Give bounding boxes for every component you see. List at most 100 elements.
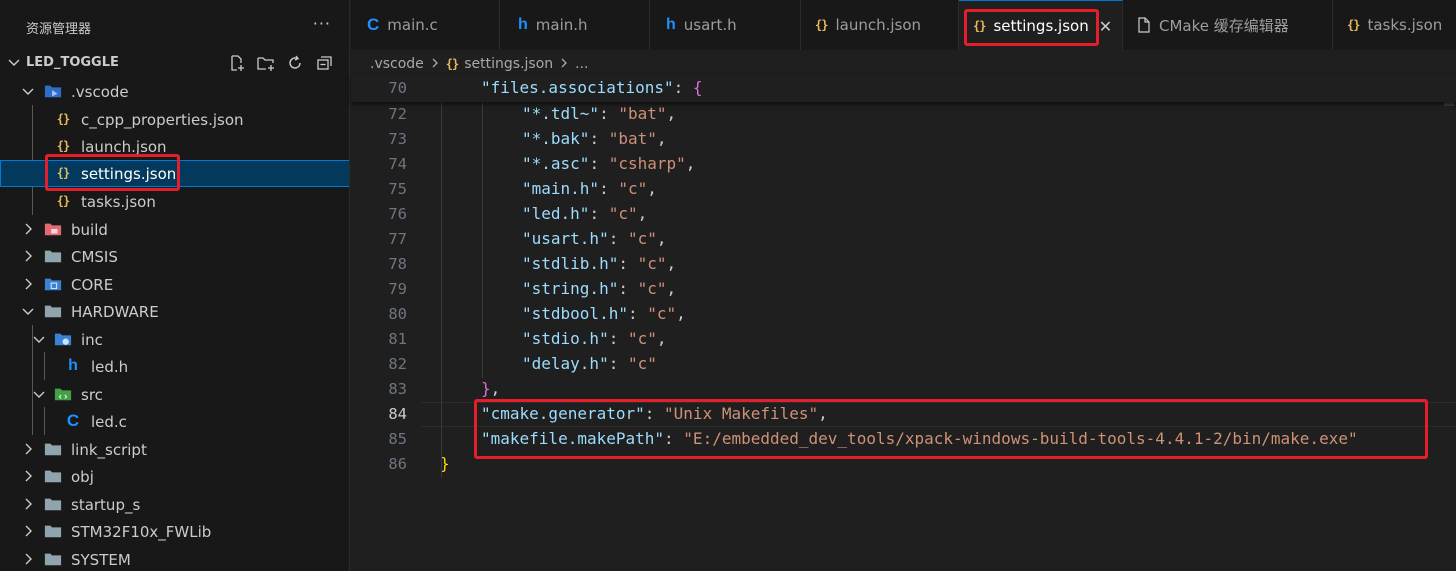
- tree-file-led-h[interactable]: h led.h: [0, 353, 349, 380]
- c-file-icon: C: [367, 15, 380, 34]
- breadcrumb-more[interactable]: ...: [575, 56, 588, 72]
- tree-file-c-cpp-properties[interactable]: {} c_cpp_properties.json: [0, 106, 349, 133]
- chevron-right-icon[interactable]: [20, 496, 36, 512]
- json-key: "makefile.makePath": [481, 429, 665, 448]
- json-key: "usart.h": [522, 229, 609, 248]
- tab-usart-h[interactable]: h usart.h: [650, 0, 801, 50]
- json-comma: ,: [666, 279, 677, 298]
- close-icon[interactable]: ✕: [1099, 17, 1112, 36]
- code-line[interactable]: 73 "*.bak": "bat",: [351, 127, 1456, 152]
- tree-file-launch-json[interactable]: {} launch.json: [0, 133, 349, 160]
- code-line[interactable]: 72 "*.tdl~": "bat",: [351, 102, 1456, 127]
- line-number: 75: [388, 180, 407, 198]
- tree-folder-cmsis[interactable]: CMSIS: [0, 243, 349, 270]
- tree-label: startup_s: [71, 496, 141, 514]
- json-colon: :: [627, 304, 648, 323]
- code-line[interactable]: 85 "makefile.makePath": "E:/embedded_dev…: [351, 427, 1456, 452]
- header-file-icon: h: [518, 16, 528, 33]
- tree-label: build: [71, 221, 108, 239]
- tree-label: inc: [81, 331, 103, 349]
- chevron-down-icon[interactable]: [31, 386, 47, 402]
- tree-file-led-c[interactable]: C led.c: [0, 408, 349, 435]
- breadcrumb-folder[interactable]: .vscode: [370, 56, 424, 72]
- new-folder-icon[interactable]: [256, 53, 276, 73]
- chevron-right-icon[interactable]: [20, 468, 36, 484]
- code-line[interactable]: 79 "string.h": "c",: [351, 277, 1456, 302]
- editor-scrollbar[interactable]: [1442, 76, 1456, 571]
- tree-folder-obj[interactable]: obj: [0, 463, 349, 490]
- chevron-right-icon[interactable]: [20, 551, 36, 567]
- new-file-icon[interactable]: [227, 53, 247, 73]
- tree-folder-link-script[interactable]: link_script: [0, 436, 349, 463]
- json-value: "bat": [618, 104, 667, 123]
- tab-main-h[interactable]: h main.h: [500, 0, 650, 50]
- tab-settings-json[interactable]: {} settings.json ✕: [959, 0, 1123, 51]
- tree-folder-inc[interactable]: inc: [0, 326, 349, 353]
- chevron-down-icon[interactable]: [20, 83, 36, 99]
- collapse-all-icon[interactable]: [314, 53, 334, 73]
- json-colon: :: [589, 154, 609, 173]
- tab-main-c[interactable]: C main.c: [351, 0, 500, 50]
- tree-file-settings-json[interactable]: {} settings.json: [0, 160, 349, 187]
- sticky-scroll-line[interactable]: 70 "files.associations": {: [351, 76, 1456, 102]
- tab-tasks-json[interactable]: {} tasks.json: [1333, 0, 1456, 50]
- tree-folder-src[interactable]: src: [0, 381, 349, 408]
- json-value: "c": [637, 254, 667, 273]
- json-colon: :: [673, 78, 693, 97]
- breadcrumb-file[interactable]: settings.json: [464, 56, 553, 72]
- code-line[interactable]: 74 "*.asc": "csharp",: [351, 152, 1456, 177]
- include-folder-icon: [54, 331, 72, 347]
- json-comma: ,: [666, 254, 677, 273]
- json-value: "c": [608, 204, 638, 223]
- tree-folder-stm32f10x-fwlib[interactable]: STM32F10x_FWLib: [0, 518, 349, 545]
- json-key: "led.h": [522, 204, 590, 223]
- code-editor[interactable]: 70 "files.associations": { 72 "*.tdl~": "…: [351, 76, 1456, 571]
- tree-folder-core[interactable]: CORE: [0, 271, 349, 298]
- json-colon: :: [664, 429, 684, 448]
- code-line[interactable]: 81 "stdio.h": "c",: [351, 327, 1456, 352]
- chevron-right-icon[interactable]: [20, 441, 36, 457]
- chevron-right-icon[interactable]: [20, 221, 36, 237]
- code-line[interactable]: 76 "led.h": "c",: [351, 202, 1456, 227]
- code-line[interactable]: 75 "main.h": "c",: [351, 177, 1456, 202]
- tab-launch-json[interactable]: {} launch.json: [801, 0, 959, 50]
- tree-label: launch.json: [81, 138, 167, 156]
- source-folder-icon: [54, 386, 72, 402]
- chevron-down-icon[interactable]: [6, 54, 22, 70]
- tab-cmake-cache-editor[interactable]: CMake 缓存编辑器: [1123, 0, 1333, 50]
- code-line[interactable]: 84 "cmake.generator": "Unix Makefiles",: [351, 402, 1456, 427]
- refresh-icon[interactable]: [285, 53, 305, 73]
- chevron-right-icon[interactable]: [20, 248, 36, 264]
- line-number: 83: [388, 380, 407, 398]
- tab-label: tasks.json: [1367, 16, 1443, 34]
- code-line[interactable]: 77 "usart.h": "c",: [351, 227, 1456, 252]
- tree-folder-system[interactable]: SYSTEM: [0, 546, 349, 571]
- chevron-down-icon[interactable]: [31, 331, 47, 347]
- code-line[interactable]: 83 },: [351, 377, 1456, 402]
- json-value: "csharp": [608, 154, 686, 173]
- tree-folder-startup-s[interactable]: startup_s: [0, 491, 349, 518]
- tree-folder-hardware[interactable]: HARDWARE: [0, 298, 349, 325]
- code-line[interactable]: 78 "stdlib.h": "c",: [351, 252, 1456, 277]
- json-comma: ,: [676, 304, 686, 323]
- chevron-right-icon[interactable]: [20, 523, 36, 539]
- line-number: 82: [388, 355, 407, 373]
- code-line[interactable]: 82 "delay.h": "c": [351, 352, 1456, 377]
- more-actions-icon[interactable]: ···: [313, 14, 331, 33]
- tree-folder-build[interactable]: build: [0, 216, 349, 243]
- explorer-sidebar: 资源管理器 ··· LED_TOGGLE .vscode {} c_cpp_pr…: [0, 0, 350, 571]
- tree-label: .vscode: [71, 83, 129, 101]
- project-root-row[interactable]: LED_TOGGLE: [0, 50, 349, 77]
- tree-file-tasks-json[interactable]: {} tasks.json: [0, 188, 349, 215]
- line-number: 77: [388, 230, 407, 248]
- tab-label: main.h: [535, 16, 588, 34]
- chevron-right-icon[interactable]: [20, 276, 36, 292]
- json-brace: {: [692, 78, 703, 97]
- tree-folder-vscode[interactable]: .vscode: [0, 78, 349, 105]
- chevron-down-icon[interactable]: [20, 303, 36, 319]
- line-number: 84: [388, 405, 407, 423]
- code-line[interactable]: 86 }: [351, 452, 1456, 477]
- code-line[interactable]: 80 "stdbool.h": "c",: [351, 302, 1456, 327]
- line-number: 76: [388, 205, 407, 223]
- json-key: "stdbool.h": [522, 304, 628, 323]
